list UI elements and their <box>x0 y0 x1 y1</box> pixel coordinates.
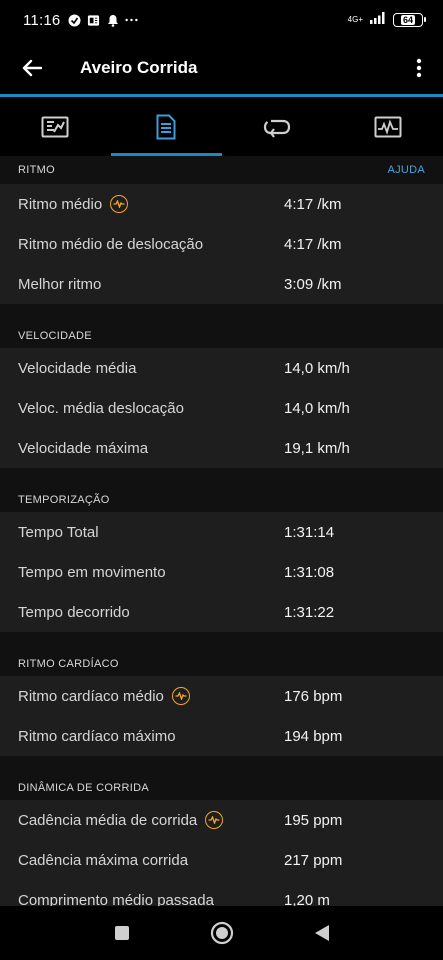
section-title: DINÂMICA DE CORRIDA <box>18 782 149 794</box>
list-item: Tempo em movimento 1:31:08 <box>0 552 443 592</box>
tab-details[interactable] <box>110 97 222 156</box>
row-label: Velocidade média <box>18 359 137 377</box>
tab-graphs[interactable] <box>332 97 443 156</box>
section-title: RITMO <box>18 164 55 176</box>
section-header-running-dynamics: DINÂMICA DE CORRIDA <box>0 756 443 800</box>
section-header-timing: TEMPORIZAÇÃO <box>0 468 443 512</box>
arrow-left-icon <box>22 59 42 76</box>
bell-icon <box>106 14 119 27</box>
row-label: Ritmo cardíaco médio <box>18 687 284 705</box>
list-item: Velocidade média 14,0 km/h <box>0 348 443 388</box>
document-list-icon <box>156 114 176 139</box>
status-time: 11:16 <box>23 11 61 29</box>
row-value: 3:09 /km <box>284 275 342 293</box>
section-title: VELOCIDADE <box>18 330 92 342</box>
row-label: Ritmo médio <box>18 195 284 213</box>
heart-rate-badge-icon <box>205 811 224 829</box>
section-header-heart-rate: RITMO CARDÍACO <box>0 632 443 676</box>
section-body-running-dynamics: Cadência média de corrida 195 ppm Cadênc… <box>0 800 443 906</box>
battery-icon: 64 <box>393 13 426 27</box>
list-item: Cadência média de corrida 195 ppm <box>0 800 443 840</box>
heart-rate-badge-icon <box>171 687 190 705</box>
signal-icon <box>369 11 387 29</box>
laps-loop-icon <box>263 119 290 138</box>
row-value: 195 ppm <box>284 811 343 829</box>
list-item: Ritmo cardíaco médio 176 bpm <box>0 676 443 716</box>
section-body-heart-rate: Ritmo cardíaco médio 176 bpm Ritmo cardí… <box>0 676 443 756</box>
activity-details-list[interactable]: RITMO AJUDA Ritmo médio 4:17 /km Ritmo m… <box>0 156 443 906</box>
row-value: 4:17 /km <box>284 235 342 253</box>
page-title: Aveiro Corrida <box>80 57 198 77</box>
row-value: 217 ppm <box>284 851 343 869</box>
circle-home-icon <box>210 921 233 945</box>
list-item: Tempo Total 1:31:14 <box>0 512 443 552</box>
app-notification-icon <box>68 14 81 27</box>
graph-pulse-icon <box>374 116 402 137</box>
status-bar: 11:16 4G+ 64 <box>0 0 443 40</box>
row-label: Tempo decorrido <box>18 603 130 621</box>
back-nav-button[interactable] <box>272 906 372 960</box>
section-body-speed: Velocidade média 14,0 km/h Veloc. média … <box>0 348 443 468</box>
row-label: Velocidade máxima <box>18 439 149 457</box>
more-vertical-icon <box>416 58 422 77</box>
row-label: Tempo em movimento <box>18 563 166 581</box>
system-nav-bar <box>0 906 443 960</box>
network-type: 4G+ <box>347 15 363 24</box>
tab-bar <box>0 97 443 156</box>
row-value: 19,1 km/h <box>284 439 350 457</box>
row-label: Cadência máxima corrida <box>18 851 189 869</box>
row-value: 1:31:14 <box>284 523 335 541</box>
row-value: 1:31:08 <box>284 563 335 581</box>
office-notification-icon <box>87 14 100 27</box>
row-label: Comprimento médio passada <box>18 891 214 907</box>
section-body-pace: Ritmo médio 4:17 /km Ritmo médio de desl… <box>0 184 443 304</box>
row-value: 176 bpm <box>284 687 343 705</box>
row-value: 1,20 m <box>284 891 330 907</box>
list-item: Melhor ritmo 3:09 /km <box>0 264 443 304</box>
square-icon <box>114 926 129 940</box>
section-header-speed: VELOCIDADE <box>0 304 443 348</box>
section-title: RITMO CARDÍACO <box>18 658 119 670</box>
status-right: 4G+ 64 <box>347 11 426 29</box>
list-item: Tempo decorrido 1:31:22 <box>0 592 443 632</box>
row-label: Veloc. média deslocação <box>18 399 184 417</box>
row-value: 1:31:22 <box>284 603 335 621</box>
row-value: 4:17 /km <box>284 195 342 213</box>
chart-card-icon <box>41 116 69 137</box>
row-value: 194 bpm <box>284 727 343 745</box>
section-body-timing: Tempo Total 1:31:14 Tempo em movimento 1… <box>0 512 443 632</box>
back-button[interactable] <box>0 40 64 95</box>
list-item: Veloc. média deslocação 14,0 km/h <box>0 388 443 428</box>
list-item: Velocidade máxima 19,1 km/h <box>0 428 443 468</box>
home-button[interactable] <box>172 906 272 960</box>
tab-laps[interactable] <box>222 97 333 156</box>
row-label: Cadência média de corrida <box>18 811 284 829</box>
row-label: Melhor ritmo <box>18 275 102 293</box>
list-item: Cadência máxima corrida 217 ppm <box>0 840 443 880</box>
list-item: Ritmo médio 4:17 /km <box>0 184 443 224</box>
row-label: Tempo Total <box>18 523 99 541</box>
row-label: Ritmo médio de deslocação <box>18 235 204 253</box>
row-value: 14,0 km/h <box>284 359 350 377</box>
tab-overview[interactable] <box>0 97 111 156</box>
row-value: 14,0 km/h <box>284 399 350 417</box>
more-notifications-icon <box>125 14 139 27</box>
list-item: Ritmo médio de deslocação 4:17 /km <box>0 224 443 264</box>
row-label: Ritmo cardíaco máximo <box>18 727 176 745</box>
recents-button[interactable] <box>72 906 172 960</box>
section-title: TEMPORIZAÇÃO <box>18 494 110 506</box>
help-link[interactable]: AJUDA <box>387 164 425 176</box>
app-bar: Aveiro Corrida <box>0 40 443 95</box>
heart-rate-badge-icon <box>110 195 129 213</box>
more-options-button[interactable] <box>395 40 443 95</box>
section-header-pace: RITMO AJUDA <box>0 156 443 184</box>
list-item: Comprimento médio passada 1,20 m <box>0 880 443 907</box>
notification-icons <box>68 14 139 27</box>
battery-level: 64 <box>400 15 415 25</box>
list-item: Ritmo cardíaco máximo 194 bpm <box>0 716 443 756</box>
triangle-back-icon <box>314 925 329 941</box>
